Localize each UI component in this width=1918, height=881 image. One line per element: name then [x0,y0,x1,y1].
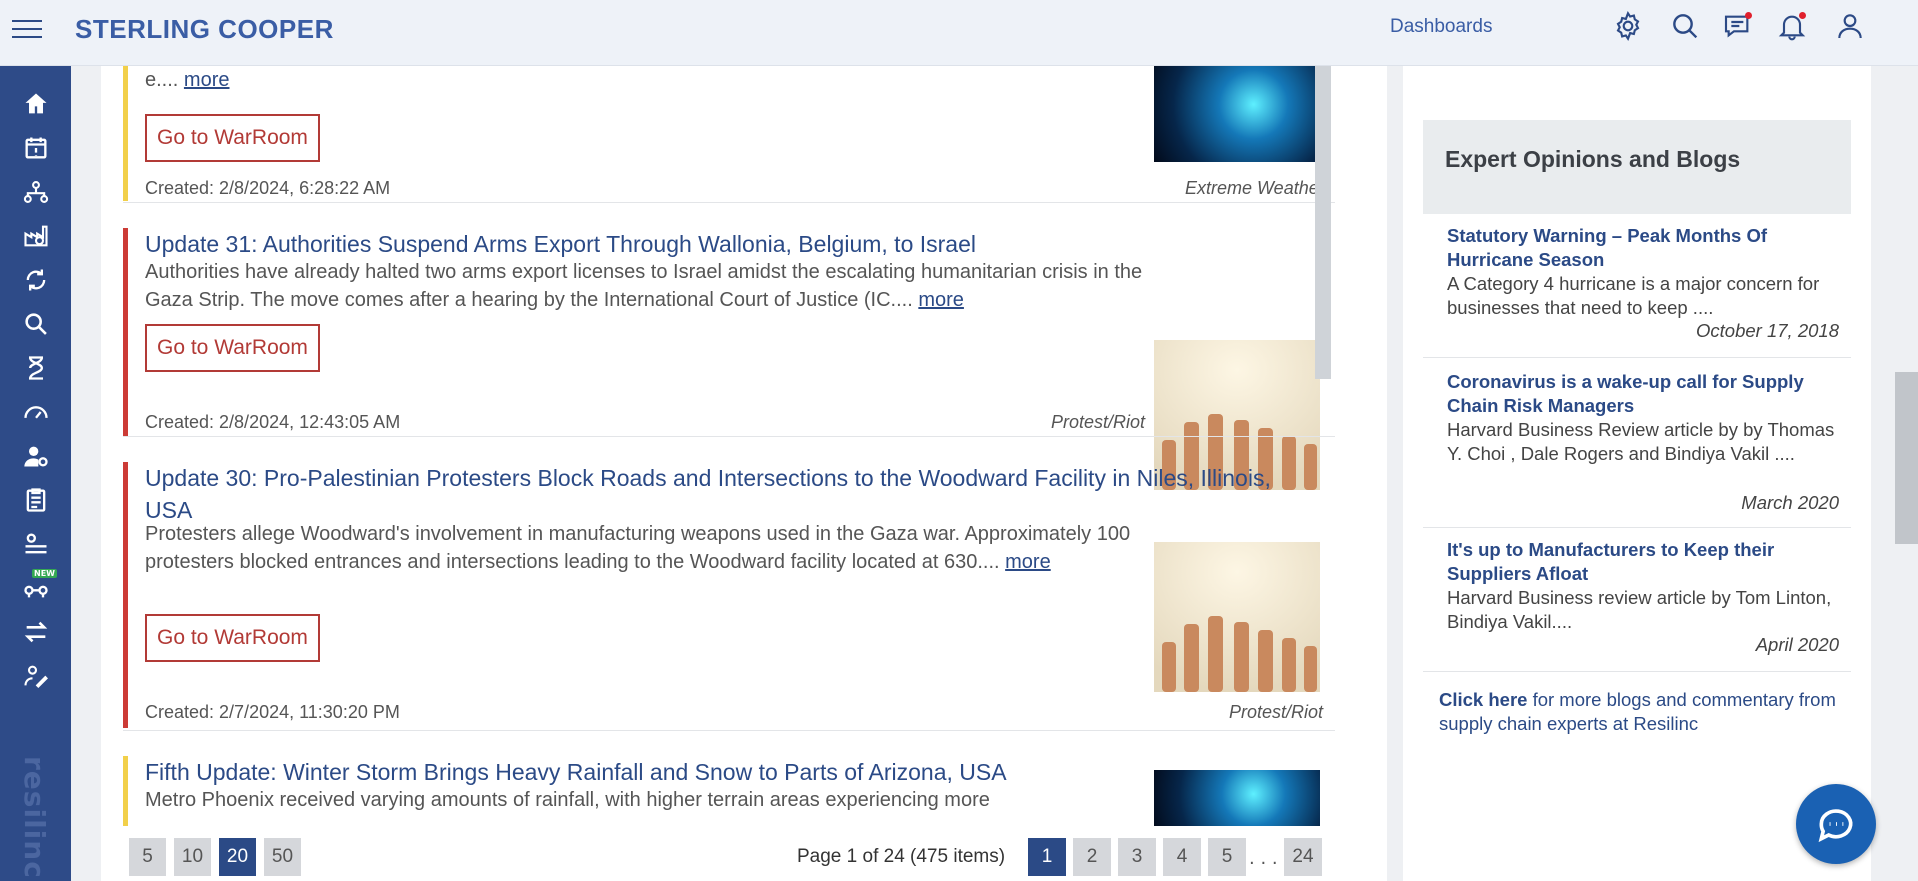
chat-icon[interactable] [1796,784,1876,864]
blogs-panel: Expert Opinions and Blogs Statutory Warn… [1403,66,1871,881]
dashboards-link[interactable]: Dashboards [1390,16,1492,38]
new-feature-icon[interactable]: NEW [0,566,71,610]
blog-title[interactable]: Coronavirus is a wake-up call for Supply… [1447,370,1827,418]
messages-icon[interactable] [1722,10,1754,42]
page-size-5[interactable]: 5 [129,838,166,876]
protest-fists-image[interactable] [1154,542,1320,692]
risk-feed: e.... more Go to WarRoom Created: 2/8/20… [101,66,1387,881]
more-blogs-text: Click here for more blogs and commentary… [1439,689,1836,734]
blog-item: Statutory Warning – Peak Months Of Hurri… [1423,214,1851,358]
blogs-heading: Expert Opinions and Blogs [1423,120,1851,214]
go-to-warroom-button[interactable]: Go to WarRoom [145,324,320,372]
home-icon[interactable] [0,82,71,126]
user-profile-icon[interactable] [1834,10,1866,42]
menu-icon[interactable] [12,14,42,44]
blog-description: Harvard Business Review article by by Th… [1447,419,1835,464]
refresh-cycle-icon[interactable] [0,258,71,302]
divider [123,202,1335,203]
page-5[interactable]: 5 [1208,838,1246,876]
severity-bar [123,462,128,728]
event-card: Update 31: Authorities Suspend Arms Expo… [123,228,1335,490]
page-size-50[interactable]: 50 [264,838,301,876]
event-title[interactable]: Fifth Update: Winter Storm Brings Heavy … [145,756,1007,788]
blog-date: October 17, 2018 [1696,320,1839,341]
event-category: Protest/Riot [1229,702,1324,722]
event-category: Protest/Riot [1051,412,1146,432]
page-scrollbar[interactable] [1895,372,1918,544]
page-info: Page 1 of 24 (475 items) [797,846,1006,867]
created-timestamp: Created: 2/8/2024, 6:28:22 AM [145,178,391,198]
event-title[interactable]: Update 31: Authorities Suspend Arms Expo… [145,228,976,260]
transfer-icon[interactable] [0,610,71,654]
gauge-icon[interactable] [0,390,71,434]
divider [123,436,1335,437]
page-last[interactable]: 24 [1284,838,1322,876]
supplier-mapping-icon[interactable] [0,522,71,566]
network-icon[interactable] [0,170,71,214]
page-1[interactable]: 1 [1028,838,1066,876]
page-size-20[interactable]: 20 [219,838,256,876]
blog-title[interactable]: It's up to Manufacturers to Keep their S… [1447,538,1827,586]
resilinc-logo: resilinc [18,756,51,879]
sidebar: NEW resilinc [0,66,71,881]
event-card: e.... more Go to WarRoom Created: 2/8/20… [123,66,1335,201]
event-description: Protesters allege Woodward's involvement… [145,523,1131,573]
feed-scrollbar[interactable] [1315,66,1331,379]
page-4[interactable]: 4 [1163,838,1201,876]
more-link[interactable]: more [918,289,964,311]
created-timestamp: Created: 2/8/2024, 12:43:05 AM [145,412,401,432]
blog-item: It's up to Manufacturers to Keep their S… [1423,528,1851,672]
calendar-alert-icon[interactable] [0,126,71,170]
blog-date: March 2020 [1741,492,1839,513]
clipboard-icon[interactable] [0,478,71,522]
event-description: e.... more [145,69,230,91]
event-card: Update 30: Pro-Palestinian Protesters Bl… [123,462,1335,728]
event-description: Authorities have already halted two arms… [145,261,1143,311]
go-to-warroom-button[interactable]: Go to WarRoom [145,614,320,662]
more-link[interactable]: more [184,69,230,91]
user-settings-icon[interactable] [0,434,71,478]
settings-gear-icon[interactable] [1612,10,1644,42]
blog-date: April 2020 [1755,634,1839,655]
pagination-bar: 5 10 20 50 Page 1 of 24 (475 items) 1 2 … [101,826,1387,881]
page-ellipsis: . . . [1249,848,1278,869]
more-link[interactable]: more [1005,551,1051,573]
event-thumbnail[interactable] [1154,770,1320,830]
notification-bell-icon[interactable] [1776,10,1808,42]
hourglass-icon[interactable] [0,346,71,390]
top-bar: STERLING COOPER Dashboards [0,0,1918,66]
severity-bar [123,66,128,201]
severity-bar [123,228,128,436]
brand-title[interactable]: STERLING COOPER [75,14,334,45]
event-description: Metro Phoenix received varying amounts o… [145,789,990,811]
risk-search-icon[interactable] [0,302,71,346]
factory-icon[interactable] [0,214,71,258]
event-title[interactable]: Update 30: Pro-Palestinian Protesters Bl… [145,462,1315,526]
divider [123,730,1335,731]
search-icon[interactable] [1669,10,1701,42]
blog-description: A Category 4 hurricane is a major concer… [1447,273,1820,318]
created-timestamp: Created: 2/7/2024, 11:30:20 PM [145,702,400,722]
blog-item: Coronavirus is a wake-up call for Supply… [1423,358,1851,528]
event-category: Extreme Weather [1185,178,1325,198]
blog-description: Harvard Business review article by Tom L… [1447,587,1832,632]
blog-title[interactable]: Statutory Warning – Peak Months Of Hurri… [1447,224,1827,272]
new-badge: NEW [32,569,57,578]
event-thumbnail[interactable] [1154,66,1320,162]
tools-icon[interactable] [0,654,71,698]
page-2[interactable]: 2 [1073,838,1111,876]
page-size-10[interactable]: 10 [174,838,211,876]
go-to-warroom-button[interactable]: Go to WarRoom [145,114,320,162]
click-here-link[interactable]: Click here [1439,689,1527,710]
page-3[interactable]: 3 [1118,838,1156,876]
